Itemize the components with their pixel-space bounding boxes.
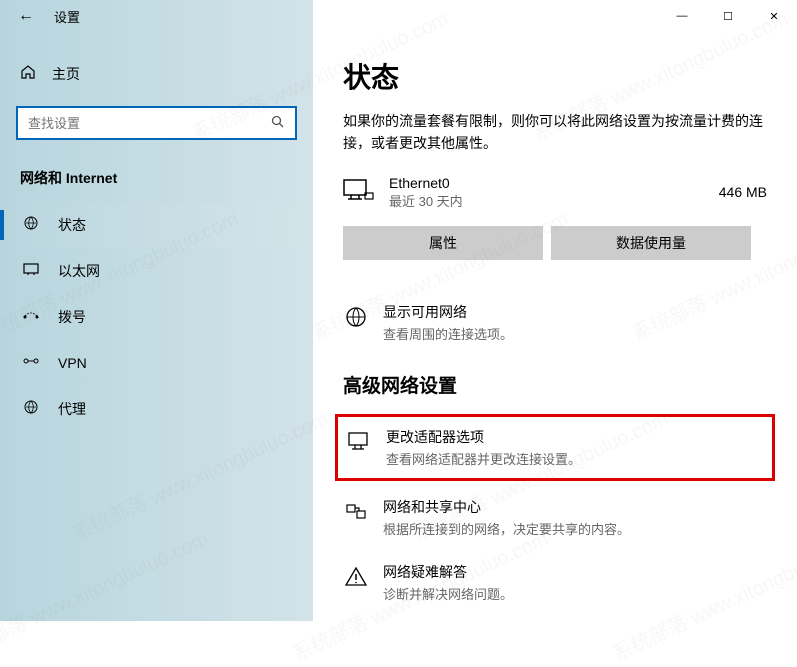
nav-item-dialup[interactable]: 拨号: [16, 294, 297, 340]
properties-button[interactable]: 属性: [343, 226, 543, 260]
search-input-container[interactable]: [16, 106, 297, 140]
nav-label: 拨号: [58, 307, 86, 327]
page-title: 状态: [343, 56, 767, 96]
back-button[interactable]: ←: [18, 7, 34, 25]
adapter-sub: 查看网络适配器并更改连接设置。: [386, 449, 581, 468]
show-networks-title: 显示可用网络: [383, 302, 513, 322]
show-networks-item[interactable]: 显示可用网络 查看周围的连接选项。: [343, 294, 767, 351]
monitor-icon: [346, 429, 372, 455]
nav-label: 代理: [58, 399, 86, 419]
nav-item-vpn[interactable]: VPN: [16, 340, 297, 386]
sharing-center-item[interactable]: 网络和共享中心 根据所连接到的网络，决定要共享的内容。: [343, 489, 767, 546]
show-networks-sub: 查看周围的连接选项。: [383, 324, 513, 343]
sharing-title: 网络和共享中心: [383, 497, 630, 517]
nav-label: VPN: [58, 355, 87, 371]
search-icon: [271, 115, 285, 132]
close-button[interactable]: ✕: [751, 0, 797, 32]
troubleshoot-title: 网络疑难解答: [383, 562, 513, 582]
sidebar: 主页 网络和 Internet 状态 以太网: [0, 32, 313, 621]
status-icon: [22, 214, 40, 236]
nav-label: 以太网: [58, 261, 100, 281]
nav-label: 状态: [58, 215, 86, 235]
advanced-heading: 高级网络设置: [343, 371, 767, 398]
home-icon: [20, 64, 36, 84]
nav-item-proxy[interactable]: 代理: [16, 386, 297, 432]
connection-row: Ethernet0 最近 30 天内 446 MB: [343, 175, 767, 210]
troubleshoot-sub: 诊断并解决网络问题。: [383, 584, 513, 603]
category-label: 网络和 Internet: [16, 168, 297, 188]
nav-item-ethernet[interactable]: 以太网: [16, 248, 297, 294]
adapter-title: 更改适配器选项: [386, 427, 581, 447]
minimize-button[interactable]: —: [659, 0, 705, 32]
dialup-icon: [22, 306, 40, 328]
adapter-options-item[interactable]: 更改适配器选项 查看网络适配器并更改连接设置。: [335, 414, 775, 481]
search-input[interactable]: [28, 116, 271, 131]
monitor-icon: [343, 179, 375, 205]
data-usage-button[interactable]: 数据使用量: [551, 226, 751, 260]
sharing-icon: [343, 499, 369, 525]
troubleshoot-item[interactable]: 网络疑难解答 诊断并解决网络问题。: [343, 554, 767, 611]
window-title: 设置: [54, 7, 80, 26]
connection-name: Ethernet0: [389, 175, 705, 191]
ethernet-icon: [22, 260, 40, 282]
home-button[interactable]: 主页: [16, 56, 297, 92]
main-content: 状态 如果你的流量套餐有限制，则你可以将此网络设置为按流量计费的连接，或者更改其…: [313, 32, 797, 621]
connection-data-usage: 446 MB: [719, 184, 767, 200]
maximize-button[interactable]: ☐: [705, 0, 751, 32]
globe-icon: [343, 304, 369, 330]
connection-sub: 最近 30 天内: [389, 191, 705, 210]
vpn-icon: [22, 352, 40, 374]
sharing-sub: 根据所连接到的网络，决定要共享的内容。: [383, 519, 630, 538]
warning-icon: [343, 564, 369, 590]
proxy-icon: [22, 398, 40, 420]
page-description: 如果你的流量套餐有限制，则你可以将此网络设置为按流量计费的连接，或者更改其他属性…: [343, 110, 767, 155]
home-label: 主页: [52, 64, 80, 84]
nav-item-status[interactable]: 状态: [16, 202, 297, 248]
